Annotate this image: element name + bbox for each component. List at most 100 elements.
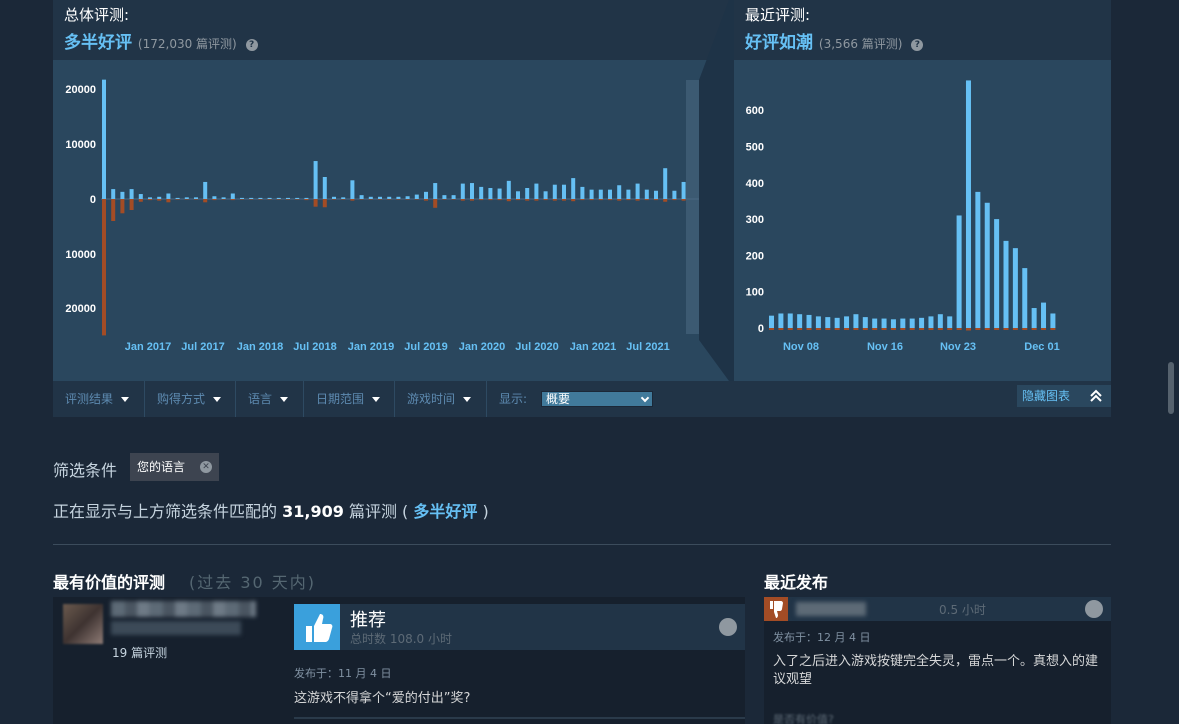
positive-bar <box>1012 248 1018 328</box>
positive-bar <box>909 318 915 328</box>
negative-bar <box>359 199 364 200</box>
negative-bar <box>322 199 327 208</box>
author-review-count[interactable]: 19 篇评测 <box>112 644 167 661</box>
positive-bar <box>635 183 640 199</box>
negative-bar <box>608 199 612 201</box>
thumbs-down-icon <box>764 597 788 621</box>
negative-bar <box>194 199 198 200</box>
positive-bar <box>460 183 465 199</box>
positive-bar <box>1003 240 1009 328</box>
positive-bar <box>240 197 244 199</box>
positive-bar <box>350 180 355 199</box>
negative-bar <box>405 199 410 200</box>
positive-bar <box>1050 313 1056 328</box>
positive-bar <box>442 195 447 199</box>
positive-bar <box>965 80 971 329</box>
negative-bar <box>516 199 520 201</box>
chevron-down-icon <box>640 393 650 403</box>
filter-date-range[interactable]: 日期范围 <box>304 381 395 417</box>
author-name-blurred[interactable] <box>111 601 256 617</box>
positive-bar <box>975 191 981 328</box>
positive-bar <box>378 196 382 199</box>
author-name-blurred[interactable] <box>796 602 866 616</box>
negative-bar <box>881 328 887 330</box>
active-filters-label: 筛选条件 <box>53 461 118 480</box>
negative-bar <box>212 199 217 201</box>
negative-bar <box>681 199 686 201</box>
negative-bar <box>965 328 971 331</box>
language-filter-chip[interactable]: 您的语言 ✕ <box>130 453 219 481</box>
filter-review-type[interactable]: 评测结果 <box>53 381 145 417</box>
positive-bar <box>825 317 831 328</box>
y-tick-label: 600 <box>746 105 764 117</box>
negative-bar <box>919 328 925 330</box>
positive-bar <box>617 185 622 199</box>
negative-bar <box>644 199 649 201</box>
page-scrollbar[interactable] <box>1168 362 1174 414</box>
negative-bar <box>617 199 622 201</box>
filter-purchase-type[interactable]: 购得方式 <box>145 381 236 417</box>
negative-bar <box>844 328 850 330</box>
negative-bar <box>787 328 793 330</box>
negative-bar <box>396 199 401 200</box>
positive-bar <box>598 189 603 199</box>
positive-bar <box>166 193 171 199</box>
negative-bar <box>571 199 576 202</box>
negative-bar <box>589 199 594 201</box>
negative-bar <box>184 199 189 200</box>
recent-histogram-chart[interactable]: 600 500 400 300 200 100 0 Nov 08 Nov 16 Nov 23 Dec… <box>734 0 1111 381</box>
caret-down-icon <box>280 397 289 402</box>
filter-label: 购得方式 <box>157 392 206 406</box>
positive-bar <box>102 79 106 199</box>
positive-bar <box>111 189 116 199</box>
chip-label: 您的语言 <box>137 460 186 474</box>
positive-bar <box>359 195 364 199</box>
overall-histogram-chart[interactable]: 20000 10000 0 10000 20000 Jan 2017 Jul 2017 Jan… <box>53 0 729 381</box>
positive-bar <box>562 184 566 199</box>
negative-bar <box>1041 328 1047 330</box>
negative-bar <box>488 199 493 201</box>
recent-reviews-panel: 最近评测: 好评如潮 (3,566 篇评测) ? 600 500 400 300 200… <box>734 0 1111 381</box>
positive-bar <box>994 219 1000 328</box>
filter-playtime[interactable]: 游戏时间 <box>395 381 487 417</box>
close-icon[interactable]: ✕ <box>200 461 212 473</box>
x-tick-label: Jan 2020 <box>459 341 505 353</box>
positive-bar <box>506 180 511 199</box>
x-tick-label: Nov 08 <box>783 341 819 353</box>
positive-bar <box>1022 268 1028 328</box>
y-tick-label: 20000 <box>65 303 96 315</box>
filter-label: 游戏时间 <box>407 392 456 406</box>
positive-bar <box>900 318 906 328</box>
vote-header[interactable]: 推荐 总时数 108.0 小时 <box>294 604 745 650</box>
positive-bar <box>129 189 134 199</box>
negative-bar <box>834 328 840 330</box>
positive-bar <box>872 318 878 328</box>
display-select[interactable]: 概要 <box>541 391 653 407</box>
x-tick-label: Jul 2019 <box>404 341 447 353</box>
summary-middle: 篇评测 ( <box>348 502 409 521</box>
summary-suffix: ) <box>482 502 489 521</box>
positive-bar <box>937 314 943 328</box>
positive-bar <box>815 316 821 328</box>
positive-bar <box>534 183 539 199</box>
positive-bar <box>608 189 612 199</box>
positive-bar <box>424 191 428 199</box>
positive-bar <box>138 194 143 199</box>
x-tick-label: Jul 2018 <box>293 341 336 353</box>
helpful-reviews-title: 最有价值的评测 (过去 30 天内) <box>53 569 316 593</box>
positive-bar <box>414 194 419 199</box>
positive-bar <box>148 197 152 199</box>
avatar[interactable] <box>63 604 103 644</box>
caret-down-icon <box>372 397 381 402</box>
y-tick-label: 100 <box>746 287 764 299</box>
positive-bar <box>157 196 162 199</box>
recent-review-header[interactable]: 0.5 小时 <box>764 597 1111 621</box>
filter-language[interactable]: 语言 <box>236 381 304 417</box>
hide-chart-button[interactable]: 隐藏图表 <box>1017 385 1111 407</box>
review-filter-bar: 评测结果 购得方式 语言 日期范围 游戏时间 显示: 概要 隐藏图表 <box>53 381 1111 417</box>
review-author[interactable]: 19 篇评测 <box>53 597 286 724</box>
negative-bar <box>663 199 668 202</box>
negative-bar <box>862 328 868 330</box>
playtime-hours: 总时数 108.0 小时 <box>350 632 452 646</box>
helpful-subtitle: (过去 30 天内) <box>189 573 317 592</box>
